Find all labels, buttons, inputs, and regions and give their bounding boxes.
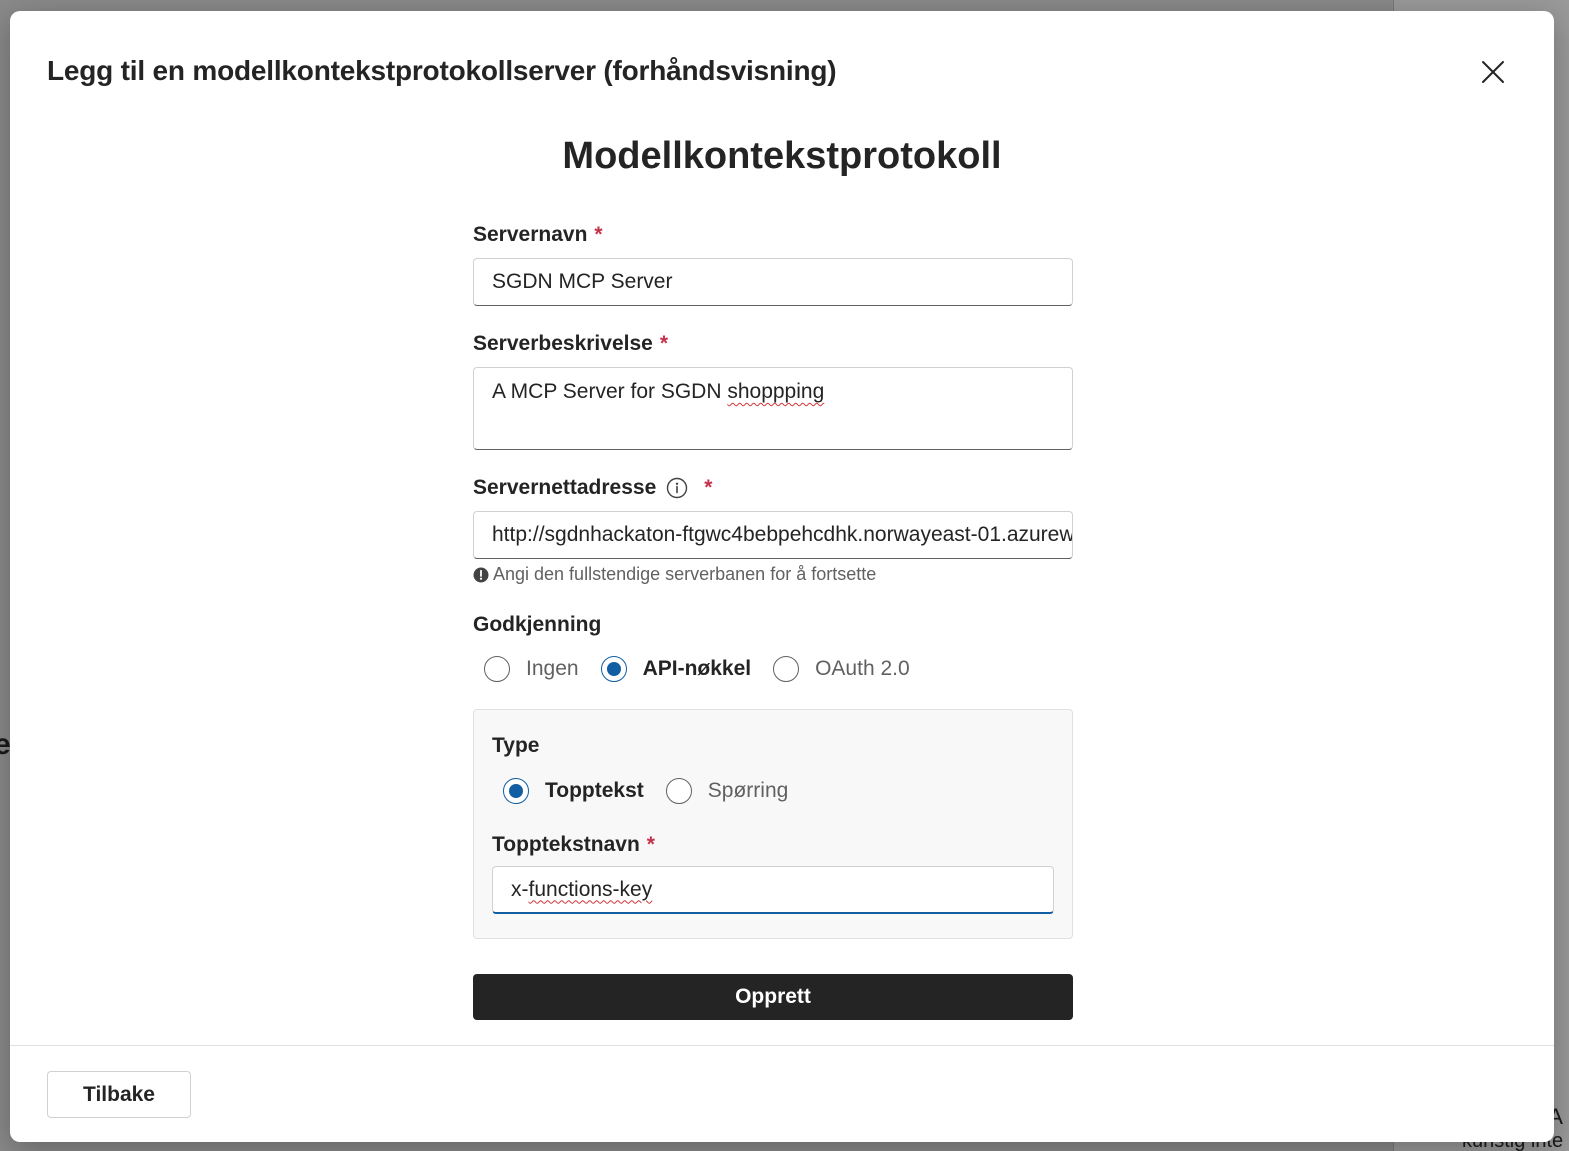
server-url-hint: Angi den fullstendige serverbanen for å … <box>473 564 1073 585</box>
spellcheck-word: functions-key <box>528 877 653 901</box>
footer-divider <box>10 1045 1554 1046</box>
radio-button[interactable] <box>665 778 692 804</box>
info-icon[interactable] <box>666 477 688 499</box>
required-indicator: * <box>594 223 603 246</box>
type-label: Type <box>492 734 540 757</box>
error-circle-icon <box>473 567 489 583</box>
server-name-input[interactable]: SGDN MCP Server <box>473 258 1073 306</box>
type-option-header[interactable]: Topptekst <box>503 778 644 804</box>
server-name-label: Servernavn * <box>473 223 603 246</box>
required-indicator: * <box>659 332 668 355</box>
radio-button-checked[interactable] <box>503 778 529 804</box>
header-name-input[interactable]: x-functions-key <box>492 866 1054 914</box>
dialog-title: Legg til en modellkontekstprotokollserve… <box>47 55 837 86</box>
type-option-query[interactable]: Spørring <box>665 778 788 804</box>
mcp-server-dialog: Legg til en modellkontekstprotokollserve… <box>10 11 1554 1142</box>
server-url-input[interactable]: http://sgdnhackaton-ftgwc4bebpehcdhk.nor… <box>473 511 1073 559</box>
server-description-label: Serverbeskrivelse * <box>473 332 668 355</box>
server-description-input[interactable]: A MCP Server for SGDN shoppping <box>473 367 1073 450</box>
auth-label: Godkjenning <box>473 613 602 636</box>
auth-option-none[interactable]: Ingen <box>484 656 579 682</box>
radio-button[interactable] <box>484 656 510 682</box>
close-button[interactable] <box>1476 55 1510 89</box>
required-indicator: * <box>704 476 713 499</box>
back-button[interactable]: Tilbake <box>47 1071 191 1118</box>
api-key-settings-panel: Type Topptekst Spørring Topptekstnavn * … <box>473 709 1073 939</box>
required-indicator: * <box>646 833 655 856</box>
auth-option-oauth[interactable]: OAuth 2.0 <box>773 656 910 682</box>
spellcheck-word: shoppping <box>727 380 825 403</box>
radio-button-checked[interactable] <box>600 656 627 682</box>
mcp-form: Servernavn * SGDN MCP Server Serverbeskr… <box>473 221 1073 939</box>
close-icon <box>1482 61 1504 83</box>
header-name-label: Topptekstnavn * <box>492 833 655 856</box>
type-radio-group: Topptekst Spørring <box>492 771 1054 811</box>
auth-radio-group: Ingen API-nøkkel OAuth 2.0 <box>473 649 1073 689</box>
server-url-label: Servernettadresse * <box>473 476 713 499</box>
create-button[interactable]: Opprett <box>473 974 1073 1020</box>
radio-button[interactable] <box>773 656 800 682</box>
form-heading: Modellkontekstprotokoll <box>562 135 1002 177</box>
auth-option-api-key[interactable]: API-nøkkel <box>600 656 751 682</box>
